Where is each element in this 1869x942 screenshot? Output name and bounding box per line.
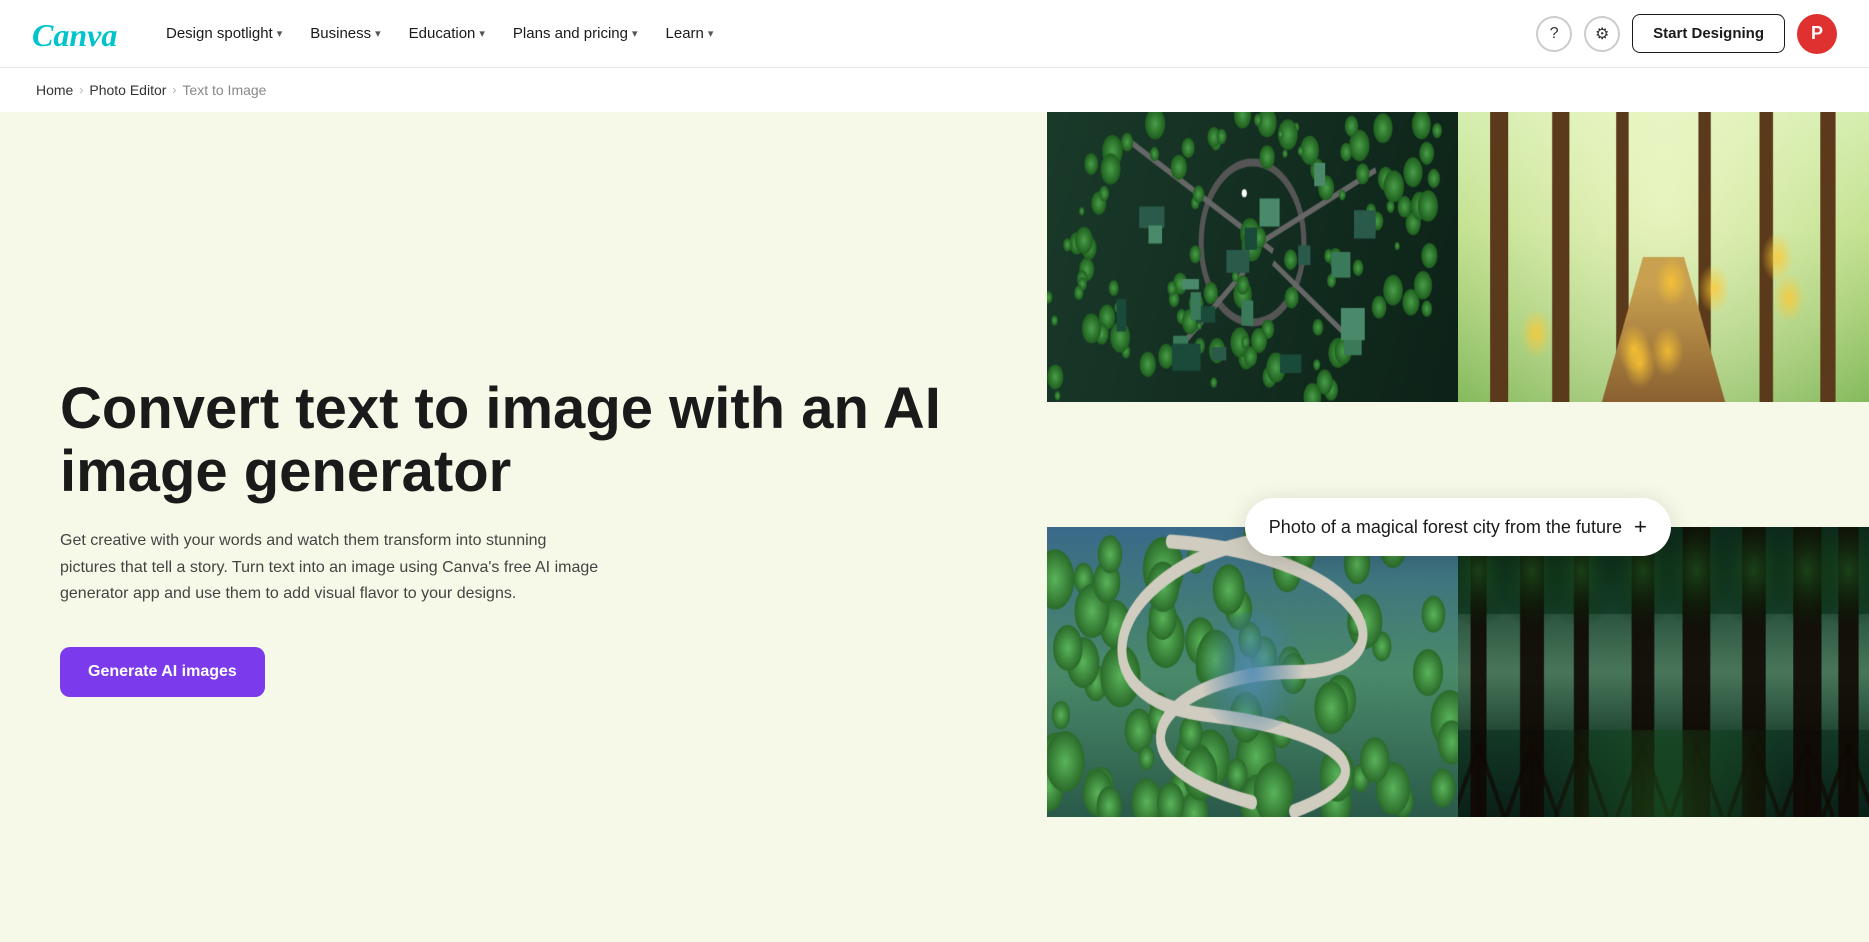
image-top-right [1458, 112, 1869, 527]
image-bottom-left [1047, 527, 1458, 942]
help-icon: ? [1550, 25, 1559, 43]
breadcrumb-current: Text to Image [182, 82, 266, 98]
image-top-left [1047, 112, 1458, 527]
plus-icon: + [1634, 514, 1647, 540]
nav-item-education[interactable]: Education ▾ [397, 17, 497, 50]
settings-button[interactable]: ⚙ [1584, 16, 1620, 52]
nav-item-learn[interactable]: Learn ▾ [654, 17, 726, 50]
nav-item-business[interactable]: Business ▾ [298, 17, 392, 50]
breadcrumb-photo-editor[interactable]: Photo Editor [89, 82, 166, 98]
nav-items: Design spotlight ▾ Business ▾ Education … [154, 17, 1528, 50]
chevron-down-icon: ▾ [375, 27, 381, 40]
start-designing-button[interactable]: Start Designing [1632, 14, 1785, 53]
avatar-button[interactable]: P [1797, 14, 1837, 54]
chevron-down-icon: ▾ [708, 27, 714, 40]
logo[interactable]: Canva [32, 16, 122, 52]
hero-left: Convert text to image with an AI image g… [0, 112, 1047, 942]
chevron-down-icon: ▾ [632, 27, 638, 40]
chevron-down-icon: ▾ [479, 27, 485, 40]
nav-right: ? ⚙ Start Designing P [1536, 14, 1837, 54]
prompt-text: Photo of a magical forest city from the … [1269, 517, 1622, 538]
gear-icon: ⚙ [1595, 24, 1609, 44]
hero-image-grid: Photo of a magical forest city from the … [1047, 112, 1869, 942]
avatar-initial: P [1811, 23, 1823, 44]
nav-item-plans-pricing[interactable]: Plans and pricing ▾ [501, 17, 650, 50]
help-button[interactable]: ? [1536, 16, 1572, 52]
svg-text:Canva: Canva [32, 17, 117, 52]
generate-ai-images-button[interactable]: Generate AI images [60, 647, 265, 697]
breadcrumb: Home › Photo Editor › Text to Image [0, 68, 1869, 112]
hero-section: Convert text to image with an AI image g… [0, 112, 1869, 942]
chevron-down-icon: ▾ [277, 27, 283, 40]
image-bottom-right [1458, 527, 1869, 942]
breadcrumb-separator-2: › [172, 83, 176, 97]
hero-title: Convert text to image with an AI image g… [60, 377, 987, 505]
nav-item-design-spotlight[interactable]: Design spotlight ▾ [154, 17, 294, 50]
navbar: Canva Design spotlight ▾ Business ▾ Educ… [0, 0, 1869, 68]
breadcrumb-separator: › [79, 83, 83, 97]
breadcrumb-home[interactable]: Home [36, 82, 73, 98]
prompt-overlay[interactable]: Photo of a magical forest city from the … [1245, 498, 1671, 556]
hero-description: Get creative with your words and watch t… [60, 528, 600, 607]
